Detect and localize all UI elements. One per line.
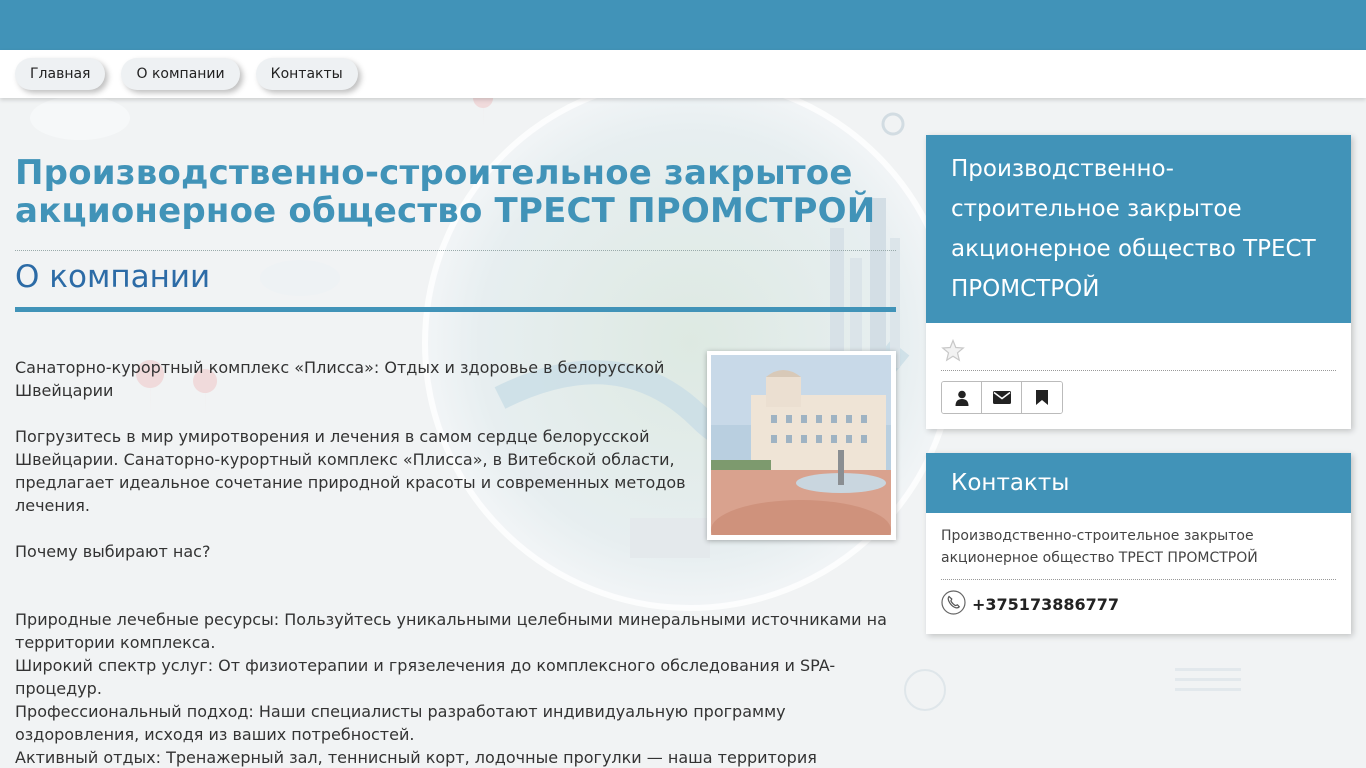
bookmark-icon xyxy=(1036,390,1048,405)
article-content: Санаторно-курортный комплекс «Плисса»: О… xyxy=(15,351,896,768)
contact-company-name: Производственно-строительное закрытое ак… xyxy=(941,525,1336,580)
envelope-icon xyxy=(992,391,1011,404)
features-list: Природные лечебные ресурсы: Пользуйтесь … xyxy=(15,608,896,768)
paragraph-why-us: Почему выбирают нас? xyxy=(15,542,211,561)
page-content: Производственно-строительное закрытое ак… xyxy=(0,98,1366,768)
phone-number[interactable]: +375173886777 xyxy=(972,595,1119,614)
sanatorium-photo[interactable] xyxy=(707,351,896,540)
contacts-card-body: Производственно-строительное закрытое ак… xyxy=(926,513,1351,634)
feature-item: Природные лечебные ресурсы: Пользуйтесь … xyxy=(15,610,887,652)
company-card: Производственно-строительное закрытое ак… xyxy=(926,135,1351,429)
user-icon xyxy=(955,390,968,406)
star-icon[interactable] xyxy=(941,338,965,367)
feature-item: Профессиональный подход: Наши специалист… xyxy=(15,702,786,744)
feature-item: Широкий спектр услуг: От физиотерапии и … xyxy=(15,656,836,698)
nav-home[interactable]: Главная xyxy=(15,58,106,90)
rating-row xyxy=(941,335,1336,371)
phone-row[interactable]: +375173886777 xyxy=(941,590,1336,619)
bookmark-button[interactable] xyxy=(1022,382,1062,413)
main-nav: Главная О компании Контакты xyxy=(0,50,1366,98)
paragraph-description: Погрузитесь в мир умиротворения и лечени… xyxy=(15,427,686,515)
action-buttons xyxy=(941,381,1063,414)
title-divider xyxy=(15,250,896,251)
email-button[interactable] xyxy=(982,382,1022,413)
section-title: О компании xyxy=(15,259,211,295)
main-column: Производственно-строительное закрытое ак… xyxy=(15,98,896,768)
company-card-title: Производственно-строительное закрытое ак… xyxy=(926,135,1351,323)
nav-contacts[interactable]: Контакты xyxy=(255,58,358,90)
contacts-card: Контакты Производственно-строительное за… xyxy=(926,453,1351,634)
profile-button[interactable] xyxy=(942,382,982,413)
section-divider xyxy=(15,307,896,312)
top-bar xyxy=(0,0,1366,50)
company-title: Производственно-строительное закрытое ак… xyxy=(15,153,876,231)
paragraph-intro: Санаторно-курортный комплекс «Плисса»: О… xyxy=(15,358,665,400)
contacts-card-title: Контакты xyxy=(926,453,1351,513)
company-card-body xyxy=(926,323,1351,429)
sanatorium-image xyxy=(711,355,891,535)
phone-icon xyxy=(941,590,966,619)
nav-about[interactable]: О компании xyxy=(121,58,240,90)
feature-item: Активный отдых: Тренажерный зал, теннисн… xyxy=(15,748,817,767)
